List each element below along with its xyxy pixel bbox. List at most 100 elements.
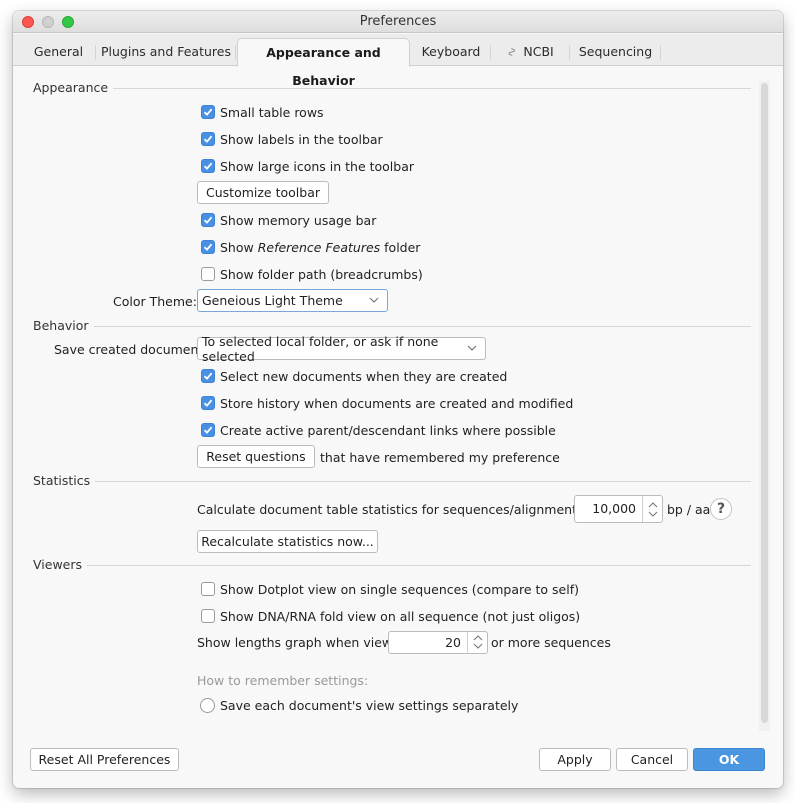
tab-label: Keyboard [421, 44, 481, 59]
window-title: Preferences [359, 14, 437, 29]
show-memory-bar-option[interactable]: Show memory usage bar [201, 210, 376, 230]
chevron-down-icon [369, 297, 379, 303]
checkbox-label: Show large icons in the toolbar [220, 158, 415, 174]
tab-sequencing[interactable]: Sequencing [570, 38, 661, 66]
checkbox-label: Select new documents when they are creat… [220, 368, 508, 384]
calc-statistics-unit: bp / aa [667, 502, 711, 517]
calc-statistics-label: Calculate document table statistics for … [197, 502, 620, 517]
section-divider [33, 326, 751, 327]
checkmark-icon [203, 426, 213, 434]
checkbox-label-suffix: folder [380, 239, 421, 255]
small-table-rows-checkbox[interactable] [201, 105, 215, 119]
small-table-rows-option[interactable]: Small table rows [201, 102, 324, 122]
color-theme-label: Color Theme: [113, 294, 197, 309]
show-large-icons-checkbox[interactable] [201, 159, 215, 173]
chevron-down-icon [467, 345, 477, 351]
ncbi-helix-icon: ∿ [505, 46, 520, 58]
checkbox-label: Show folder path (breadcrumbs) [220, 266, 423, 282]
create-links-option[interactable]: Create active parent/descendant links wh… [201, 420, 556, 440]
checkbox-label: Create active parent/descendant links wh… [220, 422, 556, 438]
tab-label: NCBI [523, 44, 554, 59]
fold-view-checkbox[interactable] [201, 609, 215, 623]
show-folder-path-checkbox[interactable] [201, 267, 215, 281]
spinner-arrows[interactable] [642, 496, 662, 522]
reset-questions-button[interactable]: Reset questions [197, 445, 315, 468]
checkbox-label: Show Dotplot view on single sequences (c… [220, 581, 579, 597]
show-reference-features-option[interactable]: Show Reference Features folder [201, 237, 420, 257]
lengths-graph-spinner[interactable]: 20 [388, 631, 488, 654]
save-view-settings-separately-radio[interactable] [200, 697, 215, 713]
radio-label: Save each document's view settings separ… [220, 697, 519, 713]
section-title-statistics: Statistics [33, 473, 96, 488]
recalculate-statistics-button[interactable]: Recalculate statistics now... [197, 530, 378, 553]
tab-bar: General Plugins and Features Appearance … [13, 34, 783, 88]
apply-button[interactable]: Apply [539, 748, 611, 771]
show-folder-path-option[interactable]: Show folder path (breadcrumbs) [201, 264, 423, 284]
section-title-behavior: Behavior [33, 318, 94, 333]
tab-keyboard[interactable]: Keyboard [411, 38, 491, 66]
select-new-documents-option[interactable]: Select new documents when they are creat… [201, 366, 507, 386]
save-created-documents-value: To selected local folder, or ask if none… [202, 333, 439, 364]
lengths-graph-value[interactable]: 20 [389, 632, 467, 653]
chevron-up-icon [473, 635, 483, 641]
checkmark-icon [203, 162, 213, 170]
show-labels-toolbar-checkbox[interactable] [201, 132, 215, 146]
checkbox-label-italic: Reference Features [257, 239, 381, 255]
tab-label: General [33, 44, 84, 59]
lengths-graph-suffix: or more sequences [491, 635, 611, 650]
chevron-up-icon [648, 502, 658, 508]
checkbox-label: Show DNA/RNA fold view on all sequence (… [220, 608, 581, 624]
show-memory-bar-checkbox[interactable] [201, 213, 215, 227]
color-theme-select[interactable]: Geneious Light Theme [197, 289, 388, 312]
select-new-documents-checkbox[interactable] [201, 369, 215, 383]
preferences-window: Preferences General Plugins and Features… [13, 11, 783, 788]
ok-button[interactable]: OK [693, 748, 765, 771]
tab-general[interactable]: General [21, 38, 96, 66]
calc-statistics-value[interactable]: 10,000 [575, 496, 642, 522]
store-history-option[interactable]: Store history when documents are created… [201, 393, 573, 413]
checkbox-label-prefix: Show [220, 239, 258, 255]
checkbox-label: Show memory usage bar [220, 212, 377, 228]
checkbox-label: Show labels in the toolbar [220, 131, 383, 147]
section-divider [33, 88, 751, 89]
appearance-behavior-panel: Appearance Small table rows Show labels … [13, 67, 783, 727]
spinner-arrows[interactable] [467, 632, 487, 653]
save-created-documents-select[interactable]: To selected local folder, or ask if none… [197, 334, 486, 364]
lengths-graph-prefix: Show lengths graph when viewing [197, 635, 412, 650]
dotplot-option[interactable]: Show Dotplot view on single sequences (c… [201, 579, 579, 599]
save-created-documents-label: Save created documents [54, 342, 210, 357]
scrollbar-thumb[interactable] [761, 83, 768, 723]
reset-questions-suffix: that have remembered my preference [320, 450, 560, 465]
calc-statistics-spinner[interactable]: 10,000 [574, 495, 663, 523]
checkmark-icon [203, 135, 213, 143]
tab-appearance-and-behavior[interactable]: Appearance and Behavior [237, 38, 410, 88]
save-view-settings-separately-option[interactable]: Save each document's view settings separ… [200, 695, 518, 715]
dotplot-checkbox[interactable] [201, 582, 215, 596]
section-divider [33, 565, 751, 566]
vertical-scrollbar[interactable] [759, 81, 770, 731]
fold-view-option[interactable]: Show DNA/RNA fold view on all sequence (… [201, 606, 580, 626]
show-large-icons-option[interactable]: Show large icons in the toolbar [201, 156, 414, 176]
remember-settings-label: How to remember settings: [197, 673, 369, 688]
store-history-checkbox[interactable] [201, 396, 215, 410]
checkmark-icon [203, 243, 213, 251]
checkbox-label: Small table rows [220, 104, 324, 120]
chevron-down-icon [648, 511, 658, 517]
reset-all-preferences-button[interactable]: Reset All Preferences [30, 748, 179, 771]
customize-toolbar-button[interactable]: Customize toolbar [197, 181, 329, 204]
tab-ncbi[interactable]: ∿ NCBI [491, 38, 570, 66]
checkmark-icon [203, 216, 213, 224]
cancel-button[interactable]: Cancel [616, 748, 688, 771]
section-title-viewers: Viewers [33, 557, 88, 572]
color-theme-value: Geneious Light Theme [202, 293, 343, 308]
title-bar: Preferences [13, 11, 783, 33]
create-links-checkbox[interactable] [201, 423, 215, 437]
checkmark-icon [203, 108, 213, 116]
chevron-down-icon [473, 643, 483, 649]
show-reference-features-checkbox[interactable] [201, 240, 215, 254]
help-icon[interactable]: ? [710, 498, 732, 520]
tab-plugins-and-features[interactable]: Plugins and Features [96, 38, 236, 66]
section-divider [33, 481, 751, 482]
show-labels-toolbar-option[interactable]: Show labels in the toolbar [201, 129, 383, 149]
checkmark-icon [203, 399, 213, 407]
